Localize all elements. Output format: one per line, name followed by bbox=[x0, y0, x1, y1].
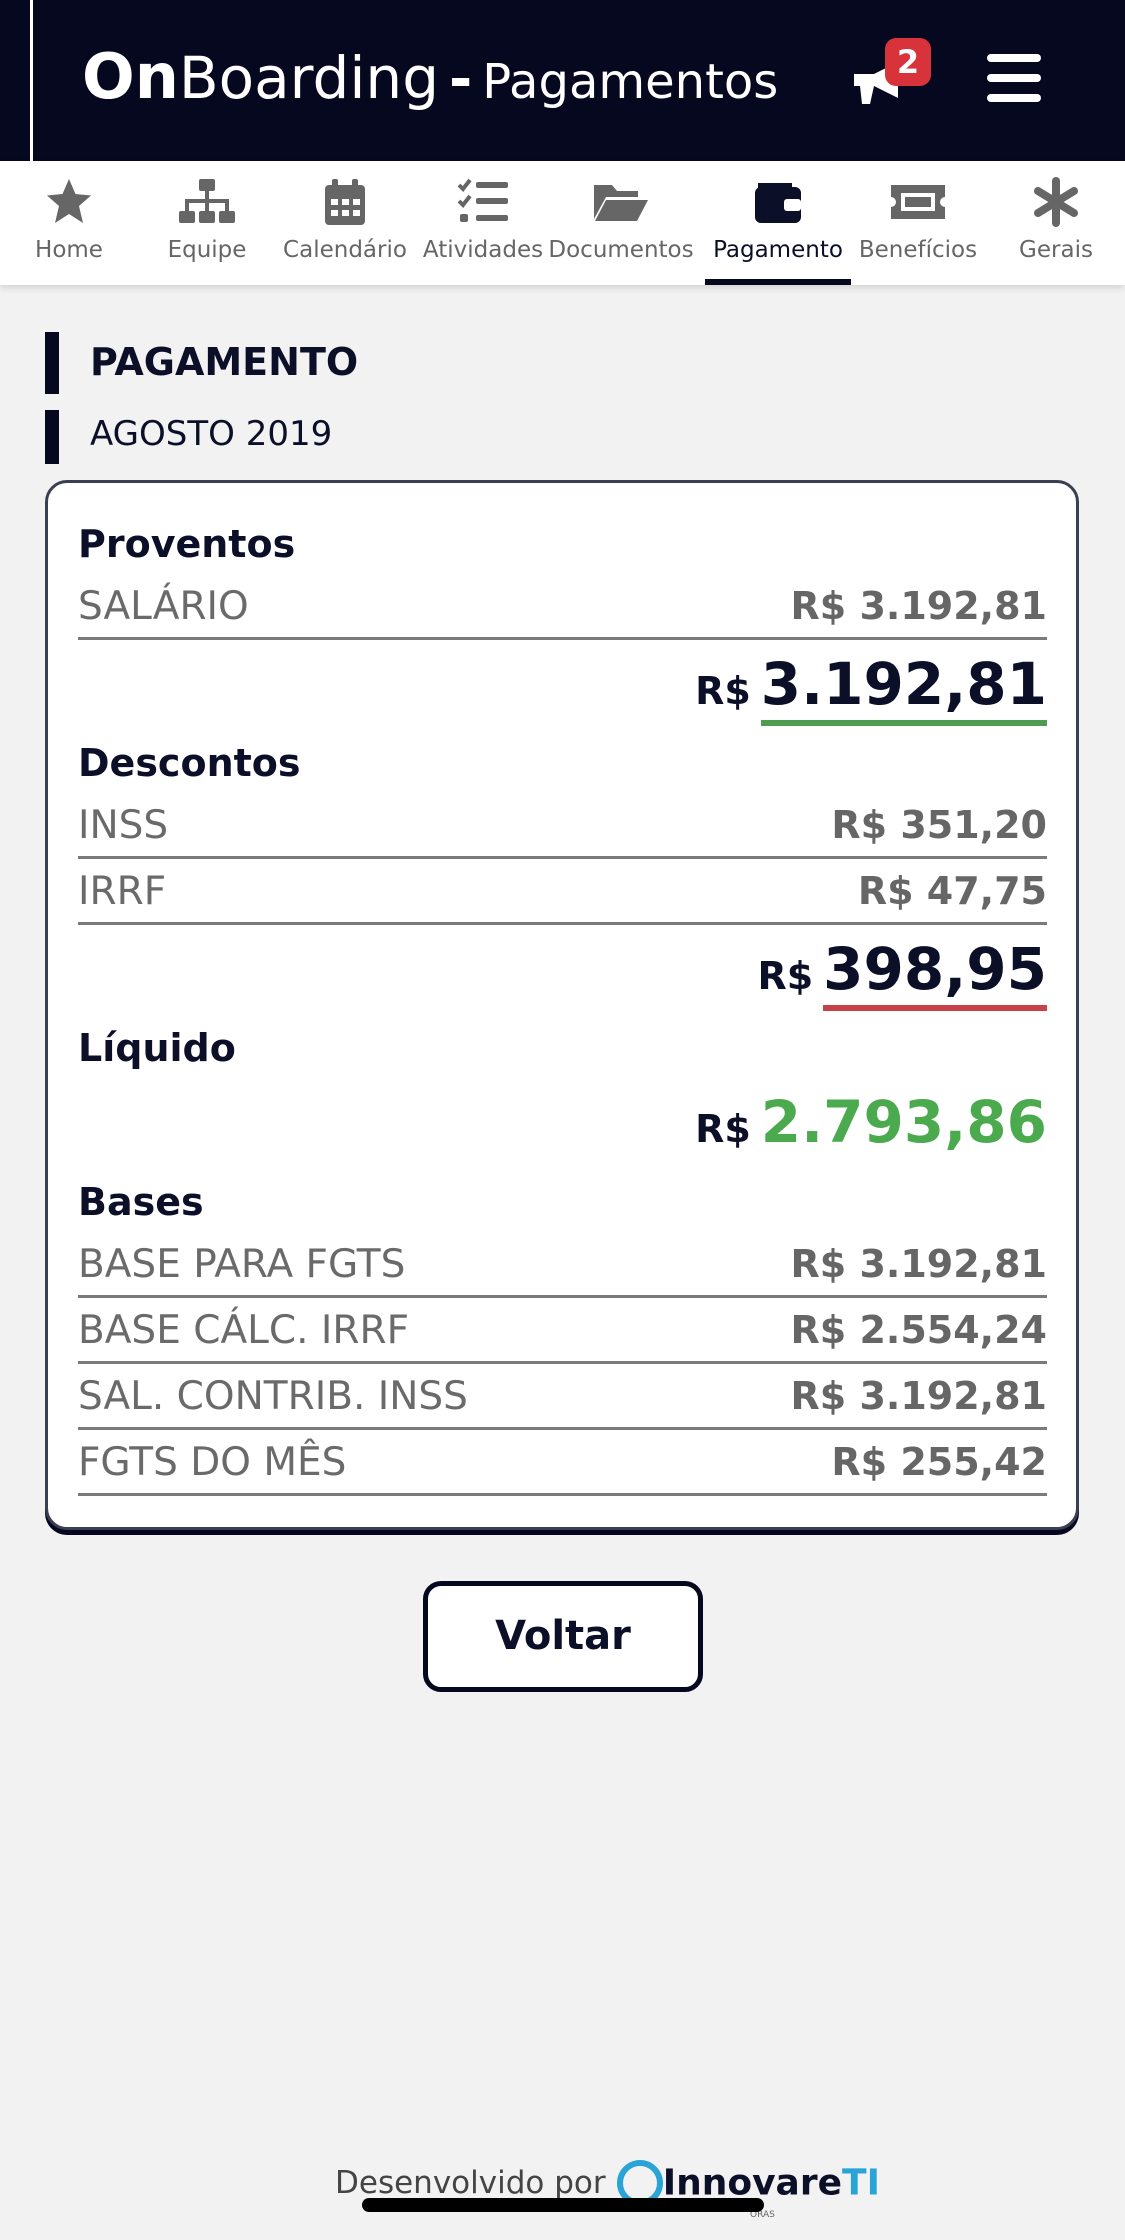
liquido-total: R$ 2.793,86 bbox=[695, 1088, 1047, 1156]
header-edge-line bbox=[30, 0, 33, 161]
tab-label-documentos: Documentos bbox=[548, 237, 694, 263]
currency-symbol: R$ bbox=[695, 669, 751, 713]
group-title-liquido: Líquido bbox=[78, 1026, 236, 1070]
period-label: AGOSTO 2019 bbox=[90, 414, 333, 454]
star-icon bbox=[47, 179, 91, 223]
row-value: R$ 47,75 bbox=[857, 869, 1047, 913]
proventos-total: R$ 3.192,81 bbox=[695, 650, 1047, 726]
section-accent-bar bbox=[45, 332, 59, 394]
descontos-total-value: 398,95 bbox=[823, 935, 1047, 1011]
tab-atividades[interactable]: Atividades bbox=[414, 161, 552, 285]
row-label: SALÁRIO bbox=[78, 584, 249, 629]
row-label: SAL. CONTRIB. INSS bbox=[78, 1374, 468, 1419]
asterisk-icon bbox=[1034, 177, 1078, 227]
tab-pagamento[interactable]: Pagamento bbox=[705, 161, 851, 285]
tab-label-home: Home bbox=[35, 237, 103, 263]
row-value: R$ 3.192,81 bbox=[790, 1374, 1047, 1418]
payslip-row-fgts-mes: FGTS DO MÊS R$ 255,42 bbox=[78, 1432, 1047, 1496]
hamburger-icon[interactable] bbox=[987, 54, 1041, 102]
brand-on: On bbox=[82, 40, 179, 113]
tab-label-pagamento: Pagamento bbox=[713, 237, 843, 263]
brand-boarding: Boarding bbox=[178, 44, 440, 112]
org-chart-icon bbox=[179, 179, 235, 223]
payslip-row-salario: SALÁRIO R$ 3.192,81 bbox=[78, 576, 1047, 640]
row-value: R$ 2.554,24 bbox=[790, 1308, 1047, 1352]
currency-symbol: R$ bbox=[695, 1107, 751, 1151]
brand-dash: - bbox=[449, 47, 473, 112]
active-tab-indicator bbox=[705, 279, 851, 285]
group-title-descontos: Descontos bbox=[78, 741, 301, 785]
back-button[interactable]: Voltar bbox=[423, 1581, 703, 1692]
folder-open-icon bbox=[594, 185, 648, 221]
payslip-row-base-irrf: BASE CÁLC. IRRF R$ 2.554,24 bbox=[78, 1300, 1047, 1364]
row-label: BASE CÁLC. IRRF bbox=[78, 1308, 410, 1353]
calendar-icon bbox=[325, 179, 365, 225]
tab-beneficios[interactable]: Benefícios bbox=[849, 161, 987, 285]
tab-label-beneficios: Benefícios bbox=[858, 237, 978, 263]
developed-by-text: Desenvolvido por bbox=[335, 2165, 606, 2201]
tab-documentos[interactable]: Documentos bbox=[548, 161, 694, 285]
row-label: BASE PARA FGTS bbox=[78, 1242, 406, 1287]
month-accent-bar bbox=[45, 410, 59, 464]
tab-label-atividades: Atividades bbox=[422, 237, 544, 263]
app-header: OnBoarding - Pagamentos 2 bbox=[0, 0, 1125, 161]
tab-label-equipe: Equipe bbox=[167, 237, 247, 263]
tab-equipe[interactable]: Equipe bbox=[138, 161, 276, 285]
ticket-icon bbox=[891, 185, 945, 219]
app-title: OnBoarding - Pagamentos bbox=[82, 40, 778, 113]
row-label: INSS bbox=[78, 803, 169, 848]
tab-home[interactable]: Home bbox=[0, 161, 138, 285]
row-value: R$ 351,20 bbox=[831, 803, 1047, 847]
payslip-row-inss: INSS R$ 351,20 bbox=[78, 795, 1047, 859]
payslip-row-sal-contrib-inss: SAL. CONTRIB. INSS R$ 3.192,81 bbox=[78, 1366, 1047, 1430]
descontos-total: R$ 398,95 bbox=[757, 935, 1047, 1011]
proventos-total-value: 3.192,81 bbox=[760, 650, 1047, 726]
group-title-proventos: Proventos bbox=[78, 522, 296, 566]
group-title-bases: Bases bbox=[78, 1180, 204, 1224]
notification-badge[interactable]: 2 bbox=[885, 38, 931, 86]
row-value: R$ 3.192,81 bbox=[790, 1242, 1047, 1286]
checklist-icon bbox=[457, 178, 508, 222]
row-value: R$ 3.192,81 bbox=[790, 584, 1047, 628]
liquido-total-value: 2.793,86 bbox=[760, 1088, 1047, 1156]
tab-label-calendario: Calendário bbox=[283, 237, 407, 263]
tab-calendario[interactable]: Calendário bbox=[276, 161, 414, 285]
tab-bar: Home Equipe Calendário Atividades Docume… bbox=[0, 161, 1125, 285]
logo-text-ti: TI bbox=[842, 2162, 880, 2204]
page-title: PAGAMENTO bbox=[90, 340, 359, 384]
tab-gerais[interactable]: Gerais bbox=[987, 161, 1125, 285]
payslip-row-irrf: IRRF R$ 47,75 bbox=[78, 861, 1047, 925]
brand-subtitle: Pagamentos bbox=[482, 54, 779, 110]
payslip-row-base-fgts: BASE PARA FGTS R$ 3.192,81 bbox=[78, 1234, 1047, 1298]
row-value: R$ 255,42 bbox=[831, 1440, 1047, 1484]
wallet-icon bbox=[755, 183, 801, 223]
currency-symbol: R$ bbox=[757, 954, 814, 998]
tab-label-gerais: Gerais bbox=[1019, 237, 1093, 263]
row-label: IRRF bbox=[78, 869, 167, 914]
home-indicator[interactable] bbox=[362, 2198, 764, 2212]
row-label: FGTS DO MÊS bbox=[78, 1440, 347, 1485]
